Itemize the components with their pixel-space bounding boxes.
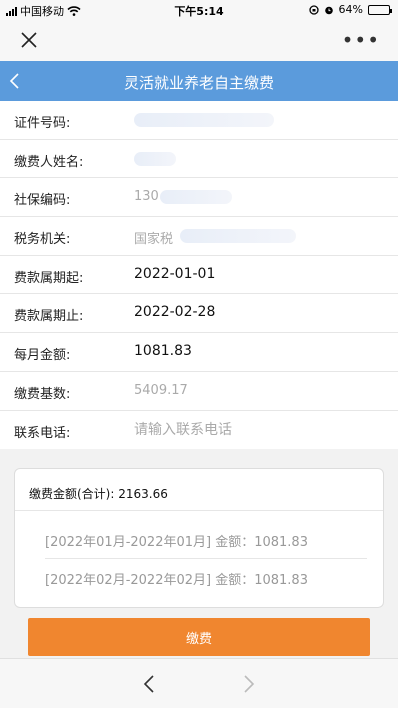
payment-base-row: 缴费基数: 5409.17 [0,372,398,411]
payment-summary-card: 缴费金额(合计): 2163.66 [2022年01月-2022年01月] 金额… [14,468,384,608]
phone-row: 联系电话: [0,411,398,450]
payment-form: 证件号码: 缴费人姓名: 社保编码: 130 税务机关: 国家税 费款属期起: … [0,101,398,450]
page-header: 灵活就业养老自主缴费 [0,61,398,101]
payment-base-label: 缴费基数: [14,386,71,402]
nav-back-icon[interactable] [140,673,160,695]
more-icon[interactable]: ••• [342,28,380,52]
monthly-amount-label: 每月金额: [14,348,71,364]
payer-name-label: 缴费人姓名: [14,154,84,170]
status-bar: 中国移动 下午5:14 64% [0,0,398,20]
phone-input[interactable] [134,417,374,442]
period-start-value: 2022-01-01 [134,265,216,282]
battery-icon [368,4,392,15]
pay-button[interactable]: 缴费 [28,618,370,656]
social-security-row: 社保编码: 130 [0,178,398,218]
page-title: 灵活就业养老自主缴费 [123,74,274,92]
phone-label: 联系电话: [14,425,71,441]
social-security-value: 130 [134,189,159,205]
divider [45,558,367,559]
id-number-row: 证件号码: [0,101,398,140]
monthly-amount-value: 1081.83 [134,343,192,360]
social-security-label: 社保编码: [14,193,71,209]
browser-bottom-nav [0,658,398,708]
browser-bar: ••• [0,20,398,61]
period-item: [2022年01月-2022年01月] 金额：1081.83 [45,535,308,550]
tax-office-redacted [180,229,296,244]
tax-office-value: 国家税 [134,232,174,248]
payer-name-row: 缴费人姓名: [0,140,398,179]
payer-name-redacted [134,151,176,166]
id-number-redacted [134,113,274,127]
period-end-label: 费款属期止: [14,309,84,325]
total-amount: 缴费金额(合计): 2163.66 [29,485,168,502]
id-number-label: 证件号码: [14,116,71,131]
period-item: [2022年02月-2022年02月] 金额：1081.83 [45,573,308,588]
battery-percent: 64% [338,3,363,16]
payment-base-value: 5409.17 [134,382,188,398]
total-label: 缴费金额(合计): [29,487,115,501]
period-start-label: 费款属期起: [14,270,84,286]
period-end-row: 费款属期止: 2022-02-28 [0,294,398,334]
status-right: 64% [308,3,392,16]
tax-office-label: 税务机关: [14,232,71,248]
alarm-icon [324,6,333,14]
period-start-row: 费款属期起: 2022-01-01 [0,256,398,295]
divider [15,510,383,511]
period-end-value: 2022-02-28 [134,304,216,321]
monthly-amount-row: 每月金额: 1081.83 [0,333,398,372]
nav-forward-icon[interactable] [238,673,258,695]
total-value: 2163.66 [118,487,168,501]
rotation-lock-icon [308,4,319,15]
tax-office-row: 税务机关: 国家税 [0,217,398,256]
social-security-redacted [160,190,232,205]
close-icon[interactable] [18,29,40,51]
